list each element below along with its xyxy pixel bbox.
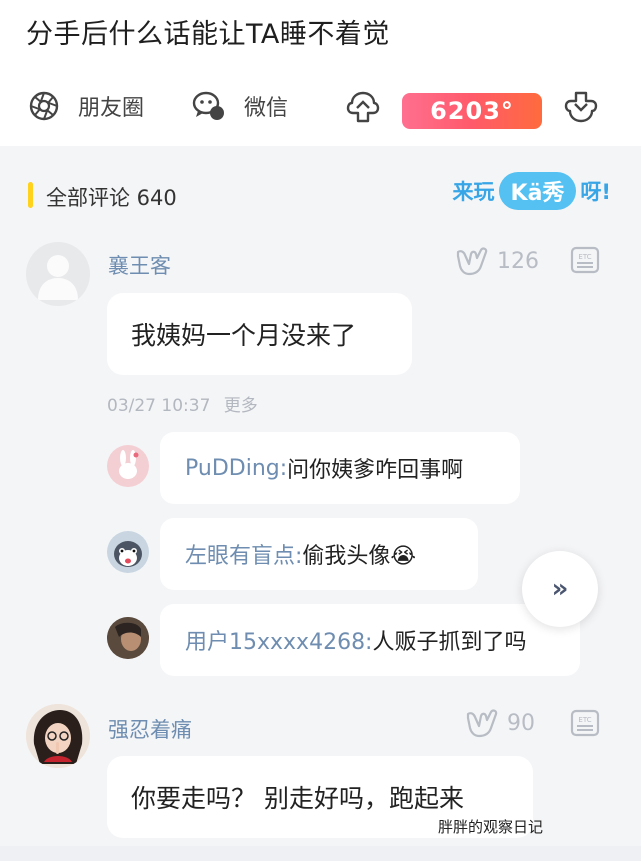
default-avatar-icon <box>38 255 78 300</box>
avatar[interactable] <box>26 704 90 768</box>
upvote-icon <box>346 90 380 124</box>
moments-icon <box>28 90 60 122</box>
promo-prefix: 来玩 <box>452 180 495 204</box>
share-moments-button[interactable]: 朋友圈 <box>28 90 144 122</box>
wechat-icon <box>192 90 226 122</box>
reply-avatar[interactable] <box>107 445 149 487</box>
watermark-text: 胖胖的观察日记 <box>438 818 544 836</box>
etc-icon[interactable]: ETC <box>569 245 601 279</box>
avatar[interactable] <box>26 242 90 306</box>
shaka-hand-icon <box>466 709 498 738</box>
header: 分手后什么话能让TA睡不着觉 朋友圈 微信 6203° <box>0 0 641 146</box>
reply-avatar[interactable] <box>107 531 149 573</box>
downvote-button[interactable] <box>564 90 598 124</box>
husky-avatar-icon <box>107 531 149 573</box>
reply-text: 问你姨爹咋回事啊 <box>287 458 464 483</box>
reply-username[interactable]: PuDDing: <box>185 456 287 481</box>
comment-timestamp: 03/27 10:37 <box>107 396 211 416</box>
comment-like-button[interactable]: 90 <box>465 708 535 738</box>
downvote-icon <box>564 90 598 124</box>
comment-username[interactable]: 强忍着痛 <box>108 714 192 744</box>
svg-text:ETC: ETC <box>578 253 591 261</box>
comment-bubble: 我姨妈一个月没来了 <box>107 293 412 375</box>
kaxiu-promo[interactable]: 来玩 Kä秀 呀! <box>453 172 611 210</box>
wechat-label: 微信 <box>244 96 289 121</box>
double-chevron-right-icon: » <box>551 574 569 604</box>
comment-meta: 03/27 10:37 更多 <box>107 391 258 416</box>
reply-username[interactable]: 左眼有盲点: <box>185 538 302 570</box>
score-badge: 6203° <box>402 93 542 129</box>
bunny-avatar-icon <box>107 445 149 487</box>
reply-item[interactable]: 左眼有盲点: 偷我头像😭 <box>160 518 478 590</box>
post-title: 分手后什么话能让TA睡不着觉 <box>26 19 390 50</box>
like-count: 90 <box>507 710 535 736</box>
reply-text: 偷我头像😭 <box>302 544 417 569</box>
share-wechat-button[interactable]: 微信 <box>192 90 288 122</box>
upvote-button[interactable] <box>346 90 380 124</box>
girl-avatar-icon <box>26 704 90 768</box>
reply-username[interactable]: 用户15xxxx4268: <box>185 624 372 656</box>
comment-like-button[interactable]: 126 <box>455 246 539 276</box>
shaka-hand-icon <box>456 247 488 276</box>
photo-avatar-icon <box>107 617 149 659</box>
section-accent-bar <box>28 182 33 208</box>
reply-text: 人贩子抓到了吗 <box>372 630 527 655</box>
more-link[interactable]: 更多 <box>224 396 258 416</box>
next-button[interactable]: » <box>522 551 598 627</box>
share-bar: 朋友圈 微信 6203° <box>0 86 641 136</box>
reply-item[interactable]: PuDDing: 问你姨爹咋回事啊 <box>160 432 520 504</box>
reply-avatar[interactable] <box>107 617 149 659</box>
moments-label: 朋友圈 <box>78 96 145 121</box>
kaxiu-logo: Kä秀 <box>498 172 577 210</box>
reply-item[interactable]: 用户15xxxx4268: 人贩子抓到了吗 <box>160 604 580 676</box>
promo-suffix: 呀! <box>580 180 611 204</box>
bottom-strip <box>0 846 641 861</box>
etc-icon[interactable]: ETC <box>569 708 601 742</box>
svg-text:ETC: ETC <box>578 716 591 724</box>
comments-count-label: 全部评论 640 <box>46 186 177 210</box>
comments-header: 全部评论 640 来玩 Kä秀 呀! <box>0 170 641 220</box>
like-count: 126 <box>497 248 539 274</box>
comment-username[interactable]: 襄王客 <box>108 250 171 280</box>
